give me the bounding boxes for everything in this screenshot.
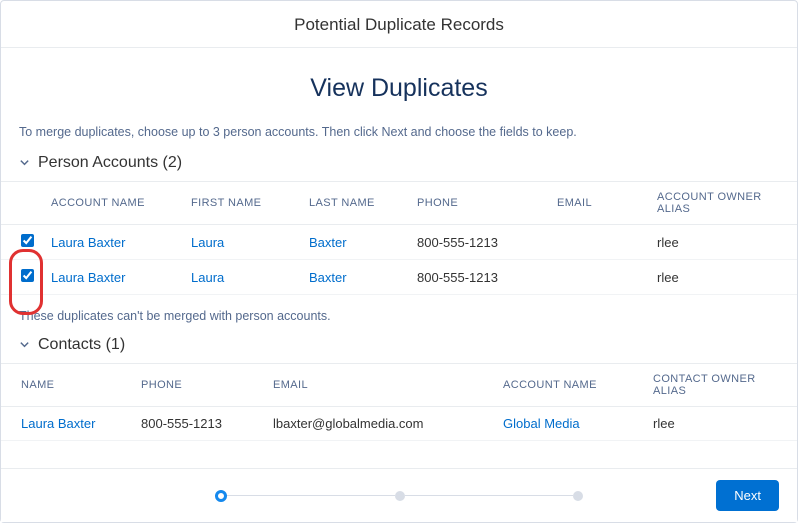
table-header-row: NAME PHONE EMAIL ACCOUNT NAME CONTACT OW… <box>1 364 797 407</box>
phone-cell: 800-555-1213 <box>409 225 549 260</box>
step-line <box>227 495 395 496</box>
account-name-link[interactable]: Laura Baxter <box>51 270 125 285</box>
col-account-name: ACCOUNT NAME <box>495 364 645 407</box>
contacts-label: Contacts (1) <box>38 336 125 354</box>
page-title: View Duplicates <box>1 48 797 125</box>
col-first-name: FIRST NAME <box>183 182 301 225</box>
contact-name-link[interactable]: Laura Baxter <box>21 416 95 431</box>
modal-content: View Duplicates To merge duplicates, cho… <box>1 48 797 441</box>
col-account-name: ACCOUNT NAME <box>43 182 183 225</box>
step-line <box>405 495 573 496</box>
step-2-dot[interactable] <box>395 491 405 501</box>
col-checkbox <box>1 182 43 225</box>
phone-cell: 800-555-1213 <box>409 260 549 295</box>
owner-cell: rlee <box>649 225 797 260</box>
owner-cell: rlee <box>645 407 797 441</box>
col-phone: PHONE <box>133 364 265 407</box>
table-row: Laura Baxter Laura Baxter 800-555-1213 r… <box>1 260 797 295</box>
chevron-down-icon <box>19 155 30 173</box>
account-link[interactable]: Global Media <box>503 416 580 431</box>
instructions-text: To merge duplicates, choose up to 3 pers… <box>1 125 797 149</box>
chevron-down-icon <box>19 337 30 355</box>
progress-stepper <box>215 490 583 502</box>
col-name: NAME <box>1 364 133 407</box>
modal-footer: Next <box>1 468 797 522</box>
next-button[interactable]: Next <box>716 480 779 511</box>
person-accounts-label: Person Accounts (2) <box>38 154 182 172</box>
col-email: EMAIL <box>549 182 649 225</box>
person-accounts-table: ACCOUNT NAME FIRST NAME LAST NAME PHONE … <box>1 182 797 295</box>
last-name-link[interactable]: Baxter <box>309 270 347 285</box>
phone-cell: 800-555-1213 <box>133 407 265 441</box>
col-email: EMAIL <box>265 364 495 407</box>
merge-note: These duplicates can't be merged with pe… <box>1 295 797 331</box>
row-checkbox[interactable] <box>21 269 34 282</box>
last-name-link[interactable]: Baxter <box>309 235 347 250</box>
first-name-link[interactable]: Laura <box>191 235 224 250</box>
account-name-link[interactable]: Laura Baxter <box>51 235 125 250</box>
table-row: Laura Baxter 800-555-1213 lbaxter@global… <box>1 407 797 441</box>
person-accounts-header[interactable]: Person Accounts (2) <box>1 149 797 181</box>
row-checkbox[interactable] <box>21 234 34 247</box>
col-last-name: LAST NAME <box>301 182 409 225</box>
step-3-dot[interactable] <box>573 491 583 501</box>
table-header-row: ACCOUNT NAME FIRST NAME LAST NAME PHONE … <box>1 182 797 225</box>
duplicate-records-modal: Potential Duplicate Records View Duplica… <box>0 0 798 523</box>
email-cell: lbaxter@globalmedia.com <box>265 407 495 441</box>
contacts-header[interactable]: Contacts (1) <box>1 331 797 363</box>
table-row: Laura Baxter Laura Baxter 800-555-1213 r… <box>1 225 797 260</box>
modal-title: Potential Duplicate Records <box>1 1 797 48</box>
first-name-link[interactable]: Laura <box>191 270 224 285</box>
email-cell <box>549 260 649 295</box>
step-1-dot[interactable] <box>215 490 227 502</box>
col-owner-alias: CONTACT OWNER ALIAS <box>645 364 797 407</box>
owner-cell: rlee <box>649 260 797 295</box>
col-phone: PHONE <box>409 182 549 225</box>
email-cell <box>549 225 649 260</box>
col-owner-alias: ACCOUNT OWNER ALIAS <box>649 182 797 225</box>
contacts-table: NAME PHONE EMAIL ACCOUNT NAME CONTACT OW… <box>1 364 797 441</box>
